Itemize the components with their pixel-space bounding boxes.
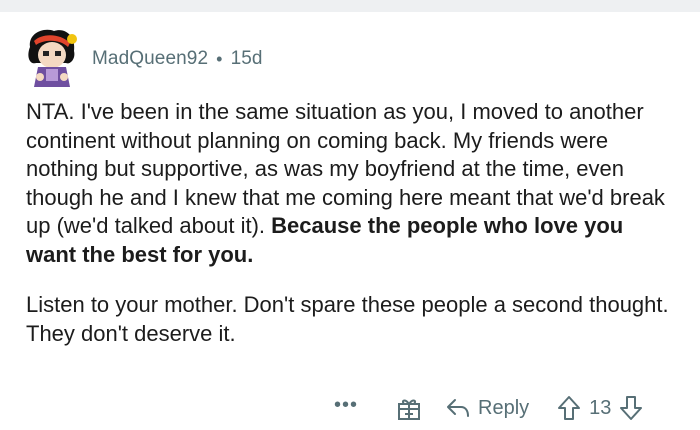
comment-header: MadQueen92 • 15d [22,29,263,88]
vote-controls: 13 [557,395,643,421]
author-username[interactable]: MadQueen92 [92,48,208,70]
reply-label: Reply [478,396,530,419]
comment-card: MadQueen92 • 15d NTA. I've been in the s… [0,12,700,430]
avatar-illustration-icon [28,29,77,87]
meta-separator: • [216,48,223,69]
award-button[interactable] [396,395,422,421]
downvote-arrow-icon[interactable] [619,395,643,421]
comment-age: 15d [230,48,263,69]
upvote-arrow-icon[interactable] [557,395,581,421]
comment-meta: MadQueen92 • 15d [92,48,263,70]
vote-count: 13 [589,396,612,419]
comment-paragraph-2: Listen to your mother. Don't spare these… [26,292,669,346]
comment-paragraph-1: NTA. I've been in the same situation as … [26,98,676,269]
reply-arrow-icon [447,399,469,417]
avatar[interactable] [22,29,78,87]
comment-action-bar: ••• Reply 13 [320,390,680,426]
comment-body: NTA. I've been in the same situation as … [26,98,676,348]
reply-button[interactable]: Reply [446,397,529,420]
top-divider-strip [0,0,700,12]
more-options-button[interactable]: ••• [326,394,366,417]
gift-icon [398,399,420,420]
